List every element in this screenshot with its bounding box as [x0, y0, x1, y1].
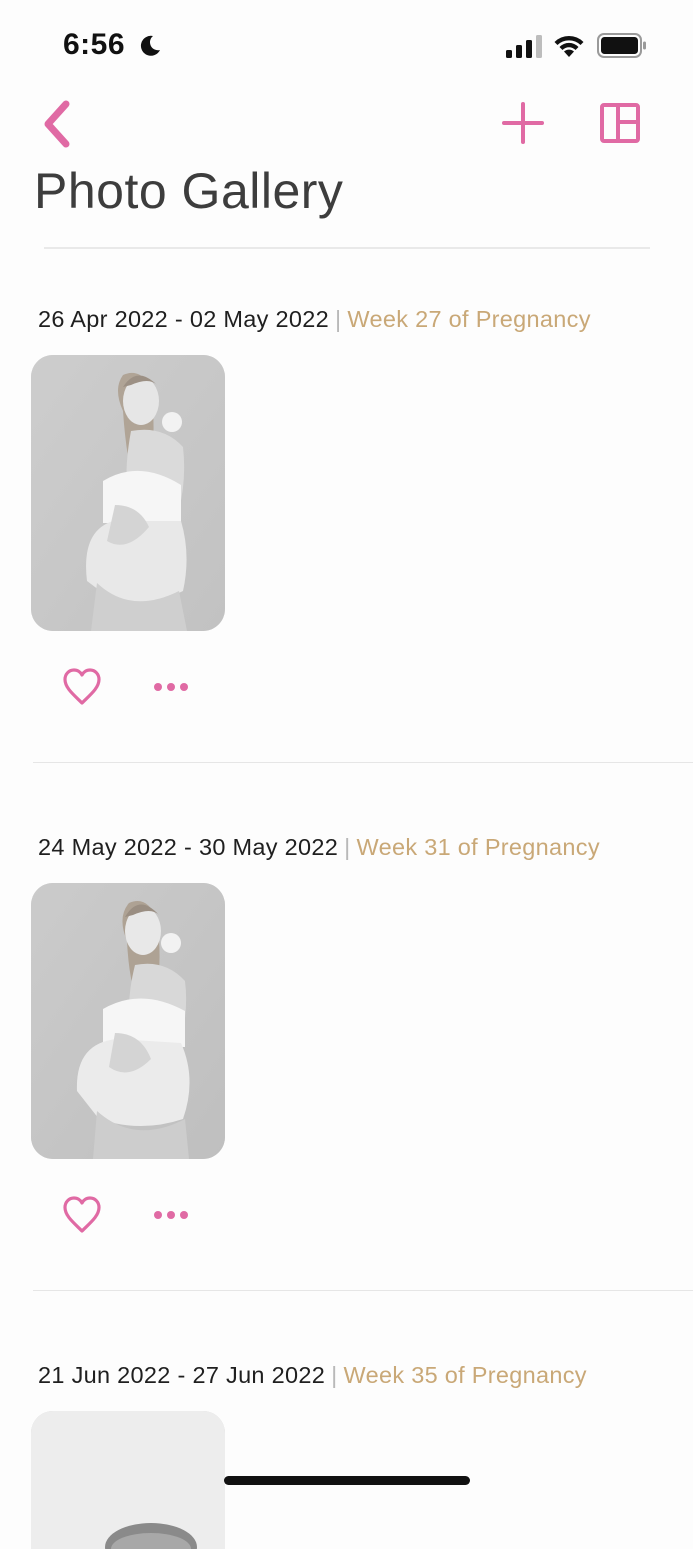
section-divider — [33, 762, 693, 763]
grid-layout-icon — [600, 103, 640, 143]
moon-icon — [140, 35, 160, 56]
date-range: 21 Jun 2022 - 27 Jun 2022 — [38, 1362, 326, 1388]
photo-thumbnail[interactable] — [31, 883, 225, 1159]
back-button[interactable] — [36, 98, 82, 150]
photo-thumbnail[interactable] — [31, 355, 225, 631]
section-date-line: 24 May 2022 - 30 May 2022 | Week 31 of Pre… — [38, 834, 600, 861]
page-title: Photo Gallery — [34, 163, 344, 219]
layout-toggle-button[interactable] — [597, 100, 643, 146]
status-bar: 6:56 — [0, 0, 693, 90]
week-label: Week 31 of Pregnancy — [356, 834, 600, 860]
favorite-button[interactable] — [62, 667, 102, 707]
chevron-left-icon — [44, 100, 70, 148]
more-options-button[interactable] — [152, 678, 190, 696]
date-range: 24 May 2022 - 30 May 2022 — [38, 834, 339, 860]
favorite-button[interactable] — [62, 1195, 102, 1235]
date-separator: | — [331, 1362, 338, 1388]
more-options-button[interactable] — [152, 1206, 190, 1224]
wifi-icon — [554, 35, 584, 57]
section-divider — [33, 1290, 693, 1291]
photo-thumbnail[interactable] — [31, 1411, 225, 1549]
week-label: Week 27 of Pregnancy — [347, 306, 591, 332]
section-date-line: 26 Apr 2022 - 02 May 2022 | Week 27 of Pre… — [38, 306, 591, 333]
date-separator: | — [335, 306, 342, 332]
cellular-signal-icon — [506, 35, 542, 58]
title-divider — [44, 247, 650, 249]
heart-outline-icon — [63, 668, 101, 705]
section-date-line: 21 Jun 2022 - 27 Jun 2022 | Week 35 of Pre… — [38, 1362, 587, 1389]
home-indicator — [224, 1476, 470, 1485]
add-photo-button[interactable] — [500, 100, 546, 146]
ellipsis-icon — [154, 1211, 188, 1219]
status-time: 6:56 — [63, 28, 126, 61]
plus-icon — [502, 102, 544, 144]
ellipsis-icon — [154, 683, 188, 691]
heart-outline-icon — [63, 1196, 101, 1233]
battery-icon — [597, 33, 646, 58]
week-label: Week 35 of Pregnancy — [343, 1362, 587, 1388]
date-separator: | — [344, 834, 351, 860]
date-range: 26 Apr 2022 - 02 May 2022 — [38, 306, 330, 332]
